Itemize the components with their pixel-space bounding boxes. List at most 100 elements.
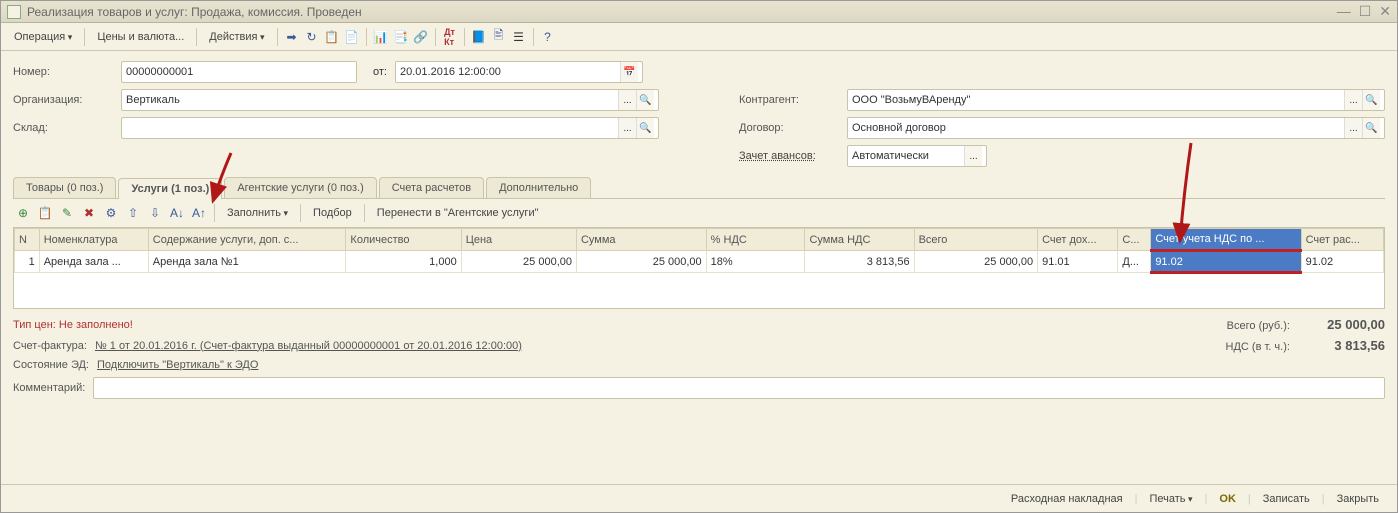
invoice-label: Счет-фактура: — [13, 340, 87, 352]
cell-total[interactable]: 25 000,00 — [914, 251, 1038, 273]
close-button[interactable]: ✕ — [1379, 3, 1391, 20]
settings-icon[interactable]: ⚙ — [101, 203, 121, 223]
window-controls: — ☐ ✕ — [1337, 3, 1391, 20]
minimize-button[interactable]: — — [1337, 3, 1351, 20]
cell-vat-acc[interactable]: 91.02 — [1151, 251, 1301, 273]
titlebar: Реализация товаров и услуг: Продажа, ком… — [1, 1, 1397, 23]
delivery-note-button[interactable]: Расходная накладная — [1003, 490, 1131, 508]
refresh-icon[interactable]: ↻ — [303, 28, 321, 46]
main-toolbar: Операция Цены и валюта... Действия ➡ ↻ 📋… — [1, 23, 1397, 51]
select-icon[interactable]: ... — [618, 90, 636, 110]
select-icon[interactable]: ... — [964, 146, 982, 166]
sort-desc-icon[interactable]: A↑ — [189, 203, 209, 223]
col-s[interactable]: С... — [1118, 229, 1151, 251]
structure-icon[interactable]: 📊 — [372, 28, 390, 46]
post-doc-icon[interactable]: 📄 — [343, 28, 361, 46]
number-field[interactable]: 00000000001 — [121, 61, 357, 83]
cell-vat-sum[interactable]: 3 813,56 — [805, 251, 914, 273]
calendar-icon[interactable]: 📅 — [620, 62, 638, 82]
cell-s[interactable]: Д... — [1118, 251, 1151, 273]
add-icon[interactable]: ⊕ — [13, 203, 33, 223]
basis-icon[interactable]: 📑 — [392, 28, 410, 46]
col-qty[interactable]: Количество — [346, 229, 461, 251]
warehouse-label: Склад: — [13, 122, 113, 134]
copy-icon[interactable]: 📋 — [323, 28, 341, 46]
advance-label[interactable]: Зачет авансов: — [739, 150, 839, 162]
cell-price[interactable]: 25 000,00 — [461, 251, 576, 273]
org-label: Организация: — [13, 94, 113, 106]
select-button[interactable]: Подбор — [306, 203, 359, 223]
dk-icon[interactable]: ДтКт — [441, 28, 459, 46]
org-field[interactable]: Вертикаль ... 🔍 — [121, 89, 659, 111]
cell-nomenclature[interactable]: Аренда зала ... — [39, 251, 148, 273]
select-icon[interactable]: ... — [1344, 118, 1362, 138]
list-icon[interactable]: ☰ — [510, 28, 528, 46]
search-icon[interactable]: 🔍 — [636, 118, 654, 138]
comment-field[interactable] — [93, 377, 1385, 399]
print-menu[interactable]: Печать — [1141, 490, 1200, 508]
tab-goods[interactable]: Товары (0 поз.) — [13, 177, 116, 198]
date-field[interactable]: 20.01.2016 12:00:00 📅 — [395, 61, 643, 83]
search-icon[interactable]: 🔍 — [1362, 118, 1380, 138]
cell-vat-pct[interactable]: 18% — [706, 251, 805, 273]
fill-menu[interactable]: Заполнить — [220, 203, 295, 223]
cell-content[interactable]: Аренда зала №1 — [148, 251, 346, 273]
select-icon[interactable]: ... — [1344, 90, 1362, 110]
select-icon[interactable]: ... — [618, 118, 636, 138]
col-nomenclature[interactable]: Номенклатура — [39, 229, 148, 251]
col-sum[interactable]: Сумма — [576, 229, 706, 251]
post-icon[interactable]: ➡ — [283, 28, 301, 46]
ok-button[interactable]: OK — [1211, 490, 1244, 508]
warehouse-field[interactable]: ... 🔍 — [121, 117, 659, 139]
report-icon[interactable]: 📘 — [470, 28, 488, 46]
col-content[interactable]: Содержание услуги, доп. с... — [148, 229, 346, 251]
invoice-link[interactable]: № 1 от 20.01.2016 г. (Счет-фактура выдан… — [95, 340, 522, 352]
services-table[interactable]: N Номенклатура Содержание услуги, доп. с… — [13, 227, 1385, 309]
move-down-icon[interactable]: ⇩ — [145, 203, 165, 223]
copy-row-icon[interactable]: 📋 — [35, 203, 55, 223]
contract-field[interactable]: Основной договор ... 🔍 — [847, 117, 1385, 139]
cell-sum[interactable]: 25 000,00 — [576, 251, 706, 273]
col-vat-sum[interactable]: Сумма НДС — [805, 229, 914, 251]
save-button[interactable]: Записать — [1255, 490, 1318, 508]
tab-services[interactable]: Услуги (1 поз.) — [118, 178, 222, 199]
ed-state-link[interactable]: Подключить "Вертикаль" к ЭДО — [97, 359, 258, 371]
col-total[interactable]: Всего — [914, 229, 1038, 251]
counterparty-field[interactable]: ООО "ВозьмуВАренду" ... 🔍 — [847, 89, 1385, 111]
search-icon[interactable]: 🔍 — [636, 90, 654, 110]
col-vat-acc[interactable]: Счет учета НДС по ... — [1151, 229, 1301, 251]
col-n[interactable]: N — [15, 229, 40, 251]
cell-income-acc[interactable]: 91.01 — [1038, 251, 1118, 273]
bottom-bar: Расходная накладная | Печать | OK | Запи… — [1, 484, 1397, 512]
cell-n[interactable]: 1 — [15, 251, 40, 273]
tab-accounts[interactable]: Счета расчетов — [379, 177, 484, 198]
actions-menu[interactable]: Действия — [202, 27, 271, 47]
cell-exp-acc[interactable]: 91.02 — [1301, 251, 1383, 273]
col-income-acc[interactable]: Счет дох... — [1038, 229, 1118, 251]
document-icon — [7, 5, 21, 19]
col-exp-acc[interactable]: Счет рас... — [1301, 229, 1383, 251]
print-icon[interactable]: 🖹 — [490, 28, 508, 46]
move-up-icon[interactable]: ⇧ — [123, 203, 143, 223]
table-row[interactable]: 1 Аренда зала ... Аренда зала №1 1,000 2… — [15, 251, 1384, 273]
prices-button[interactable]: Цены и валюта... — [90, 27, 191, 47]
maximize-button[interactable]: ☐ — [1359, 3, 1372, 20]
tab-extra[interactable]: Дополнительно — [486, 177, 591, 198]
delete-icon[interactable]: ✖ — [79, 203, 99, 223]
advance-field[interactable]: Автоматически ... — [847, 145, 987, 167]
table-header-row: N Номенклатура Содержание услуги, доп. с… — [15, 229, 1384, 251]
cell-qty[interactable]: 1,000 — [346, 251, 461, 273]
edit-icon[interactable]: ✎ — [57, 203, 77, 223]
col-vat-pct[interactable]: % НДС — [706, 229, 805, 251]
operation-menu[interactable]: Операция — [7, 27, 79, 47]
transfer-button[interactable]: Перенести в "Агентские услуги" — [370, 203, 546, 223]
search-icon[interactable]: 🔍 — [1362, 90, 1380, 110]
help-icon[interactable]: ? — [539, 28, 557, 46]
tab-agent[interactable]: Агентские услуги (0 поз.) — [224, 177, 376, 198]
sort-asc-icon[interactable]: A↓ — [167, 203, 187, 223]
close-doc-button[interactable]: Закрыть — [1329, 490, 1387, 508]
link-icon[interactable]: 🔗 — [412, 28, 430, 46]
document-window: Реализация товаров и услуг: Продажа, ком… — [0, 0, 1398, 513]
from-label: от: — [365, 66, 387, 78]
col-price[interactable]: Цена — [461, 229, 576, 251]
